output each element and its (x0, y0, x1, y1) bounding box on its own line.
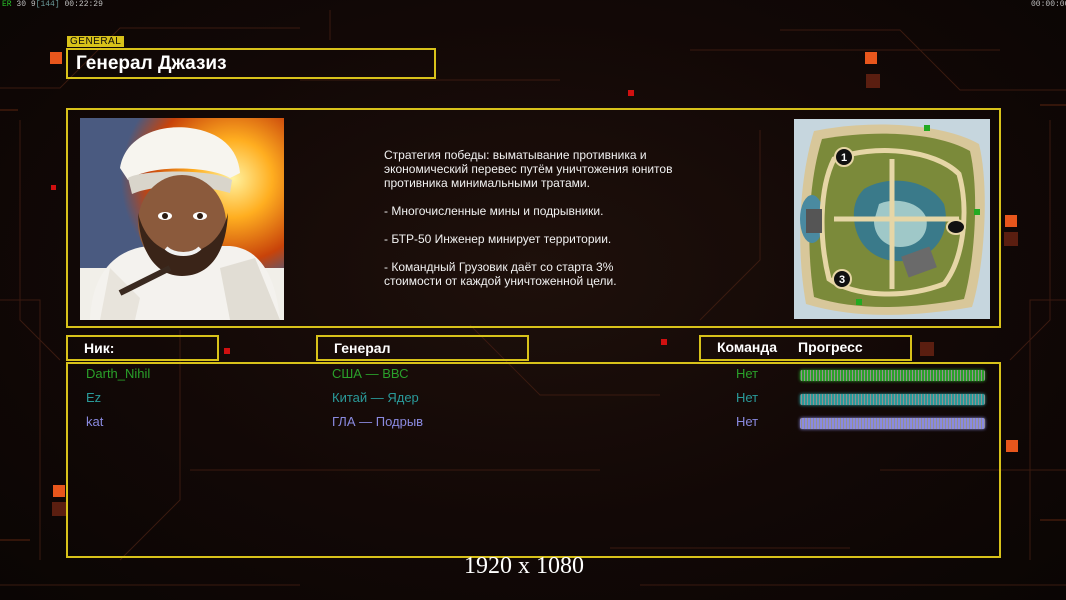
game-clock: 00:22:29 (64, 0, 103, 9)
player-row: Ez Китай — Ядер Нет (0, 390, 1066, 410)
resolution-label: 1920 x 1080 (464, 553, 584, 579)
frame-info: [144] (35, 0, 60, 9)
player-team: Нет (736, 414, 759, 429)
description-paragraph: - Командный Грузовик даёт со старта 3% с… (384, 260, 617, 288)
player-general: США — ВВС (332, 366, 409, 381)
fps-value: 30 (16, 0, 27, 9)
player-team: Нет (736, 390, 759, 405)
timer-right: 00:00:00 (1031, 0, 1066, 9)
description-paragraph: - БТР-50 Инженер минирует территории. (384, 232, 612, 246)
minimap-marker: 3 (839, 274, 845, 286)
red-dot-deco (628, 90, 634, 96)
player-team: Нет (736, 366, 759, 381)
red-dot-deco (51, 185, 56, 190)
player-progress-fill (800, 394, 985, 405)
dim-square-deco (866, 74, 880, 88)
red-dot-deco (661, 339, 667, 345)
player-progress-fill (800, 418, 985, 429)
player-nick: kat (86, 414, 104, 429)
orange-square-deco (1006, 440, 1018, 452)
general-header-frame: Генерал (316, 335, 529, 361)
player-nick: Darth_Nihil (86, 366, 151, 381)
general-name-frame: Генерал Джазиз (66, 48, 436, 79)
player-progress-fill (800, 370, 985, 381)
progress-header: Прогресс (798, 339, 863, 355)
player-row: kat ГЛА — Подрыв Нет (0, 414, 1066, 434)
player-progress-bar (800, 394, 985, 405)
general-description: Стратегия победы: выматывание противника… (384, 148, 744, 288)
orange-square-deco (53, 485, 65, 497)
player-progress-bar (800, 370, 985, 381)
player-row: Darth_Nihil США — ВВС Нет (0, 366, 1066, 386)
team-header: Команда (717, 339, 777, 355)
dim-square-deco (52, 502, 66, 516)
loading-screen: ER 30 9[144] 00:22:29 00:00:00 GENERAL Г… (0, 0, 1066, 600)
general-tag: GENERAL (67, 36, 125, 47)
player-progress-bar (800, 418, 985, 429)
dim-square-deco (920, 342, 934, 356)
orange-square-deco (865, 52, 877, 64)
minimap[interactable]: 1 3 (794, 119, 990, 319)
nick-header-frame: Ник: (66, 335, 219, 361)
player-general: ГЛА — Подрыв (332, 414, 424, 429)
fps-counter: ER 30 9[144] 00:22:29 (2, 0, 103, 9)
dim-square-deco (1004, 232, 1018, 246)
general-header: Генерал (334, 340, 391, 356)
player-general: Китай — Ядер (332, 390, 419, 405)
description-paragraph: - Многочисленные мины и подрывники. (384, 204, 604, 218)
nick-header: Ник: (84, 340, 115, 356)
description-paragraph: Стратегия победы: выматывание противника… (384, 148, 673, 190)
orange-square-deco (1005, 215, 1017, 227)
fps-label: ER (2, 0, 12, 9)
red-dot-deco (224, 348, 230, 354)
player-nick: Ez (86, 390, 102, 405)
general-portrait (80, 118, 284, 320)
general-name: Генерал Джазиз (76, 53, 227, 74)
minimap-marker: 1 (841, 152, 847, 164)
orange-square-deco (50, 52, 62, 64)
